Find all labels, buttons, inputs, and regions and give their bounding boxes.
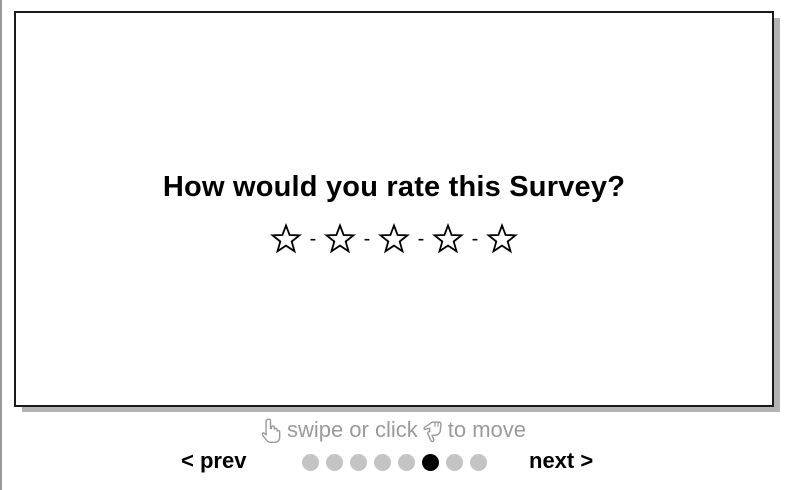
rating-separator: - bbox=[309, 228, 317, 250]
page-dot[interactable] bbox=[350, 454, 367, 471]
page-dot[interactable] bbox=[374, 454, 391, 471]
click-hand-icon bbox=[421, 417, 445, 443]
page-indicator bbox=[302, 454, 487, 471]
question-title: How would you rate this Survey? bbox=[162, 171, 626, 203]
page-dot[interactable] bbox=[398, 454, 415, 471]
hint-move-text: to move bbox=[447, 417, 527, 442]
star-5-icon[interactable] bbox=[486, 223, 518, 255]
page-dot[interactable] bbox=[446, 454, 463, 471]
rating-separator: - bbox=[417, 228, 425, 250]
page-dot[interactable] bbox=[302, 454, 319, 471]
star-1-icon[interactable] bbox=[270, 223, 302, 255]
pointing-hand-icon bbox=[260, 417, 284, 443]
star-2-icon[interactable] bbox=[324, 223, 356, 255]
star-3-icon[interactable] bbox=[378, 223, 410, 255]
navigation-hint: swipe or click to move bbox=[0, 417, 786, 443]
rating-separator: - bbox=[363, 228, 371, 250]
prev-button[interactable]: < prev bbox=[181, 448, 246, 474]
star-4-icon[interactable] bbox=[432, 223, 464, 255]
hint-swipe-text: swipe or click bbox=[286, 417, 418, 442]
page-dot[interactable] bbox=[470, 454, 487, 471]
star-rating: - - - - bbox=[16, 223, 772, 255]
page-dot-active[interactable] bbox=[422, 454, 439, 471]
survey-card: How would you rate this Survey? - - - - bbox=[14, 11, 774, 407]
page-dot[interactable] bbox=[326, 454, 343, 471]
rating-separator: - bbox=[471, 228, 479, 250]
next-button[interactable]: next > bbox=[529, 448, 593, 474]
pager: < prev next > bbox=[0, 446, 786, 478]
